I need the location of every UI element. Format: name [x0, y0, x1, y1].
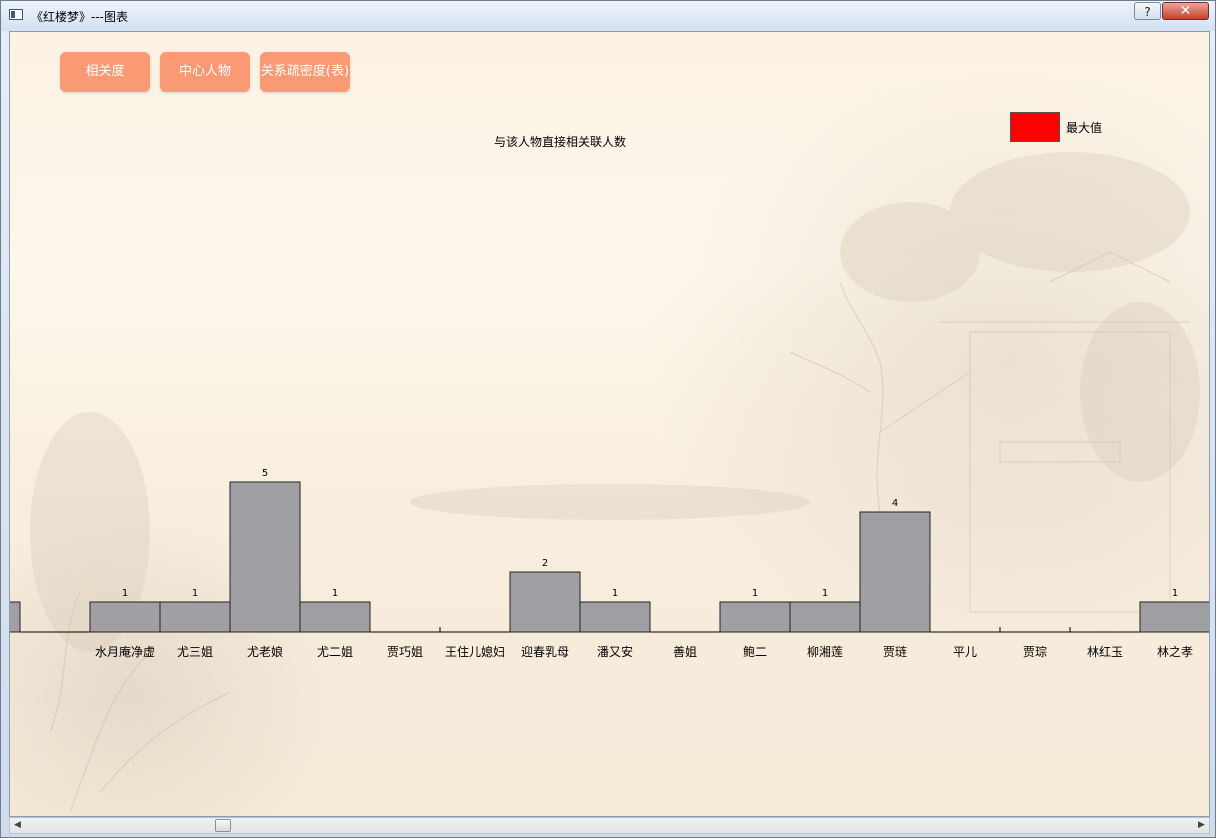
category-label: 潘又安 [597, 644, 633, 659]
app-window: 《红楼梦》---图表 ? ✕ 相关度 中心人物 关系疏密度(表) 与该人物直接相… [0, 0, 1216, 838]
category-label: 贾琏 [883, 645, 907, 659]
bar-chart: 1 水月庵净虚 1 尤三姐 5 尤老娘 1 尤二姐 贾巧姐 王住儿媳妇 2 迎春乳母 1 潘又安 善姐 1 鲍二… [10, 468, 1209, 659]
category-label: 尤二姐 [317, 645, 353, 659]
scroll-thumb[interactable] [215, 819, 231, 832]
data-label: 1 [1172, 588, 1178, 599]
bar [859, 511, 931, 633]
bar [159, 601, 231, 633]
title-bar: 《红楼梦》---图表 ? ✕ [1, 1, 1215, 31]
bar [89, 601, 161, 633]
data-label: 4 [892, 498, 898, 509]
bar [719, 601, 791, 633]
chart-area: 相关度 中心人物 关系疏密度(表) 与该人物直接相关联人数 最大值 1 水月庵净虚… [9, 31, 1210, 817]
horizontal-scrollbar[interactable]: ◀ ▶ [9, 817, 1210, 834]
bar [509, 571, 581, 633]
category-label: 水月庵净虚 [95, 644, 155, 659]
category-label: 柳湘莲 [807, 644, 843, 659]
category-label: 鲍二 [743, 645, 767, 659]
category-label: 王住儿媳妇 [445, 644, 505, 659]
category-label: 尤三姐 [177, 645, 213, 659]
category-label: 平儿 [953, 645, 977, 659]
category-label: 贾巧姐 [387, 645, 423, 659]
help-button[interactable]: ? [1134, 2, 1161, 20]
data-label: 5 [262, 468, 268, 479]
data-label: 1 [612, 588, 618, 599]
data-label: 1 [752, 588, 758, 599]
category-label: 善姐 [673, 644, 697, 659]
window-icon [9, 9, 23, 20]
bar [299, 601, 371, 633]
data-label: 1 [822, 588, 828, 599]
bar [1139, 601, 1209, 633]
data-label: 2 [542, 558, 548, 569]
data-label: 1 [192, 588, 198, 599]
data-label: 1 [122, 588, 128, 599]
category-label: 贾琮 [1023, 645, 1047, 659]
bar [10, 601, 21, 633]
category-label: 林之孝 [1157, 645, 1193, 659]
category-label: 迎春乳母 [521, 645, 569, 659]
scroll-right-icon[interactable]: ▶ [1194, 818, 1209, 833]
close-button[interactable]: ✕ [1162, 2, 1209, 20]
data-label: 1 [332, 588, 338, 599]
scroll-left-icon[interactable]: ◀ [10, 818, 25, 833]
bar [229, 481, 301, 633]
window-title: 《红楼梦》---图表 [31, 10, 128, 24]
bar [579, 601, 651, 633]
bar [789, 601, 861, 633]
category-label: 林红玉 [1087, 644, 1123, 659]
category-label: 尤老娘 [247, 644, 283, 659]
